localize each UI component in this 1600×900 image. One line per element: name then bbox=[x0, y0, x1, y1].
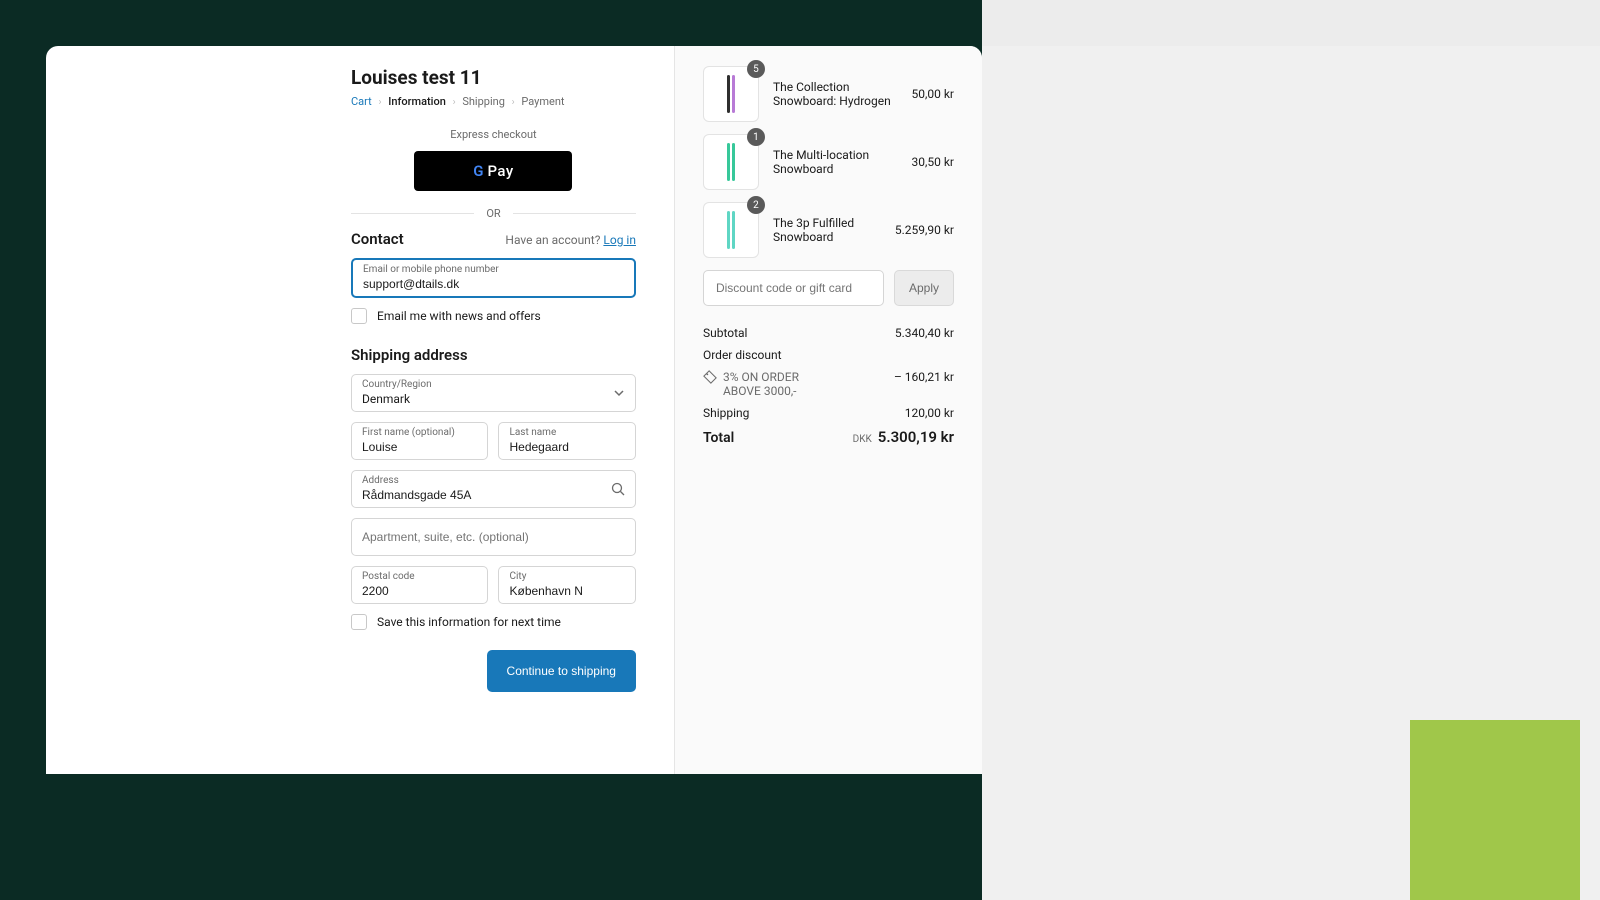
cart-items-list: 5 The Collection Snowboard: Hydrogen50,00… bbox=[703, 66, 954, 258]
cart-thumb: 2 bbox=[703, 202, 759, 258]
account-prompt: Have an account? Log in bbox=[505, 233, 636, 247]
cart-item: 2 The 3p Fulfilled Snowboard5.259,90 kr bbox=[703, 202, 954, 258]
continue-button[interactable]: Continue to shipping bbox=[487, 650, 636, 692]
quantity-badge: 1 bbox=[747, 128, 765, 146]
total-value: 5.300,19 kr bbox=[878, 428, 954, 446]
main-column: Louises test 11 Cart › Information › Shi… bbox=[46, 46, 675, 774]
cart-thumb: 5 bbox=[703, 66, 759, 122]
email-field[interactable]: Email or mobile phone number bbox=[351, 258, 636, 298]
postal-field[interactable]: Postal code bbox=[351, 566, 488, 604]
breadcrumb-payment: Payment bbox=[521, 95, 564, 108]
cart-item: 1 The Multi-location Snowboard30,50 kr bbox=[703, 134, 954, 190]
shipping-label: Shipping bbox=[703, 406, 749, 420]
breadcrumb-cart[interactable]: Cart bbox=[351, 95, 372, 108]
chevron-right-icon: › bbox=[512, 97, 515, 108]
chevron-right-icon: › bbox=[453, 97, 456, 108]
apartment-input[interactable] bbox=[352, 519, 635, 555]
cart-item-name: The Collection Snowboard: Hydrogen bbox=[773, 80, 912, 108]
shipping-heading: Shipping address bbox=[351, 346, 636, 364]
decorative-green-block bbox=[1410, 720, 1580, 900]
save-info-checkbox[interactable] bbox=[351, 614, 367, 630]
log-in-link[interactable]: Log in bbox=[603, 233, 636, 247]
country-select[interactable]: Country/Region Denmark bbox=[351, 374, 636, 412]
chevron-right-icon: › bbox=[378, 97, 381, 108]
cart-item-name: The Multi-location Snowboard bbox=[773, 148, 912, 176]
order-summary-column: 5 The Collection Snowboard: Hydrogen50,00… bbox=[675, 46, 982, 774]
save-info-label: Save this information for next time bbox=[377, 615, 561, 629]
quantity-badge: 2 bbox=[747, 196, 765, 214]
cart-item-price: 50,00 kr bbox=[912, 87, 954, 101]
summary: Subtotal 5.340,40 kr Order discount 3% O… bbox=[703, 326, 954, 446]
first-name-field[interactable]: First name (optional) bbox=[351, 422, 488, 460]
discount-input[interactable] bbox=[703, 270, 884, 306]
contact-heading: Contact bbox=[351, 230, 404, 248]
shop-title: Louises test 11 bbox=[351, 66, 636, 89]
newsletter-checkbox[interactable] bbox=[351, 308, 367, 324]
cart-thumb: 1 bbox=[703, 134, 759, 190]
discount-amount: – 160,21 kr bbox=[894, 370, 954, 384]
total-label: Total bbox=[703, 430, 734, 446]
subtotal-value: 5.340,40 kr bbox=[895, 326, 954, 340]
apartment-field[interactable] bbox=[351, 518, 636, 556]
google-pay-icon: G Pay bbox=[473, 162, 514, 180]
browser-toolbar-placeholder bbox=[982, 0, 1600, 46]
cart-item: 5 The Collection Snowboard: Hydrogen50,00… bbox=[703, 66, 954, 122]
subtotal-label: Subtotal bbox=[703, 326, 748, 340]
or-divider: OR bbox=[351, 207, 636, 220]
breadcrumb-shipping: Shipping bbox=[462, 95, 505, 108]
address-field[interactable]: Address bbox=[351, 470, 636, 508]
express-checkout-label: Express checkout bbox=[351, 128, 636, 141]
order-discount-label: Order discount bbox=[703, 348, 782, 362]
quantity-badge: 5 bbox=[747, 60, 765, 78]
dark-background-extension bbox=[0, 773, 818, 900]
tag-icon bbox=[703, 370, 717, 384]
google-pay-button[interactable]: G Pay bbox=[414, 151, 572, 191]
last-name-field[interactable]: Last name bbox=[498, 422, 635, 460]
newsletter-label: Email me with news and offers bbox=[377, 309, 541, 323]
cart-item-price: 30,50 kr bbox=[912, 155, 954, 169]
discount-detail: 3% ON ORDER ABOVE 3000,- bbox=[703, 370, 833, 398]
apply-discount-button[interactable]: Apply bbox=[894, 270, 954, 306]
breadcrumb: Cart › Information › Shipping › Payment bbox=[351, 95, 636, 108]
cart-item-price: 5.259,90 kr bbox=[895, 223, 954, 237]
checkout-window: Louises test 11 Cart › Information › Shi… bbox=[46, 46, 982, 774]
shipping-value: 120,00 kr bbox=[905, 406, 954, 420]
city-field[interactable]: City bbox=[498, 566, 635, 604]
total-currency: DKK bbox=[853, 434, 872, 445]
breadcrumb-information[interactable]: Information bbox=[388, 95, 446, 108]
cart-item-name: The 3p Fulfilled Snowboard bbox=[773, 216, 895, 244]
